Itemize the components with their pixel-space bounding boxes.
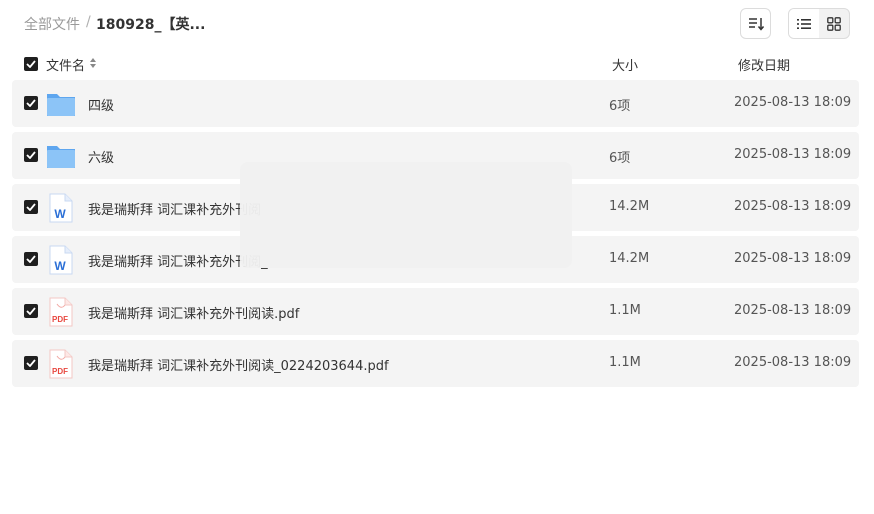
checkmark-icon [26, 60, 36, 68]
column-name[interactable]: 文件名 [46, 55, 85, 74]
row-checkbox[interactable] [24, 304, 38, 318]
file-name: 六级 [88, 151, 115, 166]
column-size: 大小 [612, 59, 639, 74]
breadcrumb-separator: / [86, 14, 91, 30]
loading-overlay [240, 162, 572, 268]
file-name: 我是瑞斯拜 词汇课补充外刊阅 [88, 203, 262, 218]
svg-text:W: W [54, 207, 66, 221]
svg-text:W: W [54, 259, 66, 273]
top-bar: 全部文件 / 180928_【英... [0, 0, 874, 48]
pdf-icon: PDF [49, 349, 73, 379]
file-size: 1.1M [609, 355, 641, 370]
folder-icon [47, 94, 75, 116]
list-view-icon [797, 18, 811, 29]
sort-lines-icon [748, 17, 764, 31]
select-all-checkbox[interactable] [24, 57, 38, 71]
grid-view-icon [827, 16, 841, 31]
svg-text:PDF: PDF [52, 315, 68, 324]
pdf-icon: PDF [49, 297, 73, 327]
file-row[interactable]: PDF 我是瑞斯拜 词汇课补充外刊阅读.pdf 1.1M 2025-08-13 … [12, 288, 859, 335]
checkmark-icon [26, 203, 36, 211]
svg-text:PDF: PDF [52, 367, 68, 376]
word-doc-icon: W [49, 245, 73, 275]
checkmark-icon [26, 359, 36, 367]
file-modified: 2025-08-13 18:09 [734, 251, 852, 266]
row-checkbox[interactable] [24, 96, 38, 110]
checkmark-icon [26, 99, 36, 107]
breadcrumb-root[interactable]: 全部文件 [24, 14, 80, 34]
file-name: 我是瑞斯拜 词汇课补充外刊阅读_0224203644.pdf [88, 359, 389, 374]
row-checkbox[interactable] [24, 356, 38, 370]
sort-toggle-icon[interactable] [89, 57, 97, 69]
file-size: 6项 [609, 99, 631, 114]
sort-button[interactable] [740, 8, 771, 39]
view-toggle [788, 8, 850, 39]
file-size: 1.1M [609, 303, 641, 318]
file-name: 四级 [88, 99, 115, 114]
file-modified: 2025-08-13 18:09 [734, 95, 852, 110]
folder-icon [47, 146, 75, 168]
column-modified: 修改日期 [738, 59, 791, 74]
checkmark-icon [26, 255, 36, 263]
file-row[interactable]: PDF 我是瑞斯拜 词汇课补充外刊阅读_0224203644.pdf 1.1M … [12, 340, 859, 387]
list-view-button[interactable] [789, 9, 819, 38]
file-modified: 2025-08-13 18:09 [734, 199, 852, 214]
breadcrumb-current: 180928_【英... [96, 17, 206, 33]
row-checkbox[interactable] [24, 252, 38, 266]
file-modified: 2025-08-13 18:09 [734, 147, 852, 162]
word-doc-icon: W [49, 193, 73, 223]
column-header: 文件名 大小 修改日期 [0, 52, 874, 76]
file-size: 14.2M [609, 199, 650, 214]
file-name: 我是瑞斯拜 词汇课补充外刊阅读.pdf [88, 307, 300, 322]
file-modified: 2025-08-13 18:09 [734, 355, 852, 370]
checkmark-icon [26, 151, 36, 159]
file-size: 14.2M [609, 251, 650, 266]
row-checkbox[interactable] [24, 200, 38, 214]
checkmark-icon [26, 307, 36, 315]
grid-view-button[interactable] [819, 9, 849, 38]
file-row[interactable]: 四级 6项 2025-08-13 18:09 [12, 80, 859, 127]
file-size: 6项 [609, 151, 631, 166]
file-modified: 2025-08-13 18:09 [734, 303, 852, 318]
row-checkbox[interactable] [24, 148, 38, 162]
